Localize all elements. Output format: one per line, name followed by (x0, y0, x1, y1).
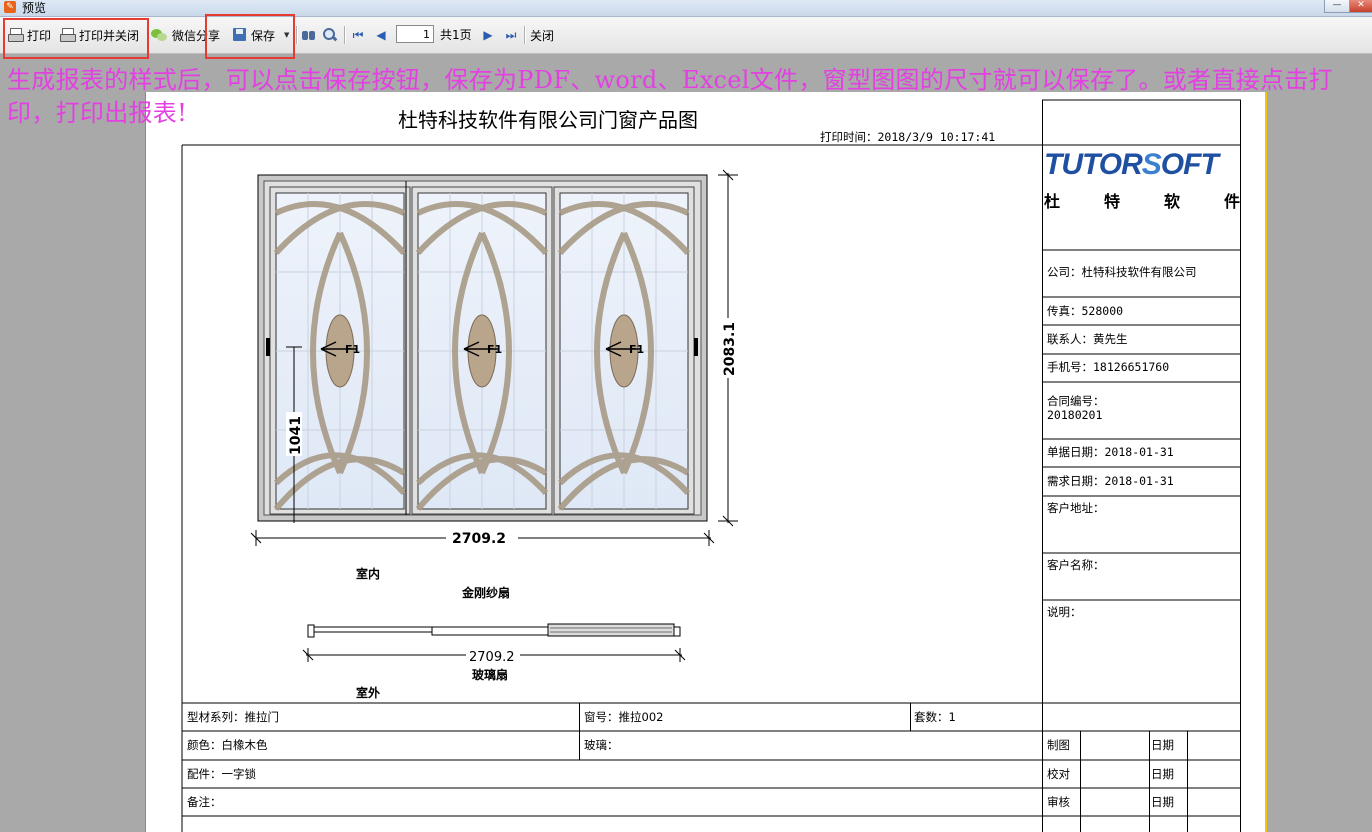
print-label: 打印 (27, 28, 52, 43)
chevron-down-icon[interactable]: ▼ (284, 31, 289, 39)
print-close-label: 打印并关闭 (79, 28, 140, 43)
annotation-text: 生成报表的样式后，可以点击保存按钮，保存为PDF、word、Excel文件，窗型… (7, 66, 1333, 127)
magnifier-icon (322, 27, 338, 43)
page-total: 共1页 (440, 28, 472, 42)
save-icon (232, 27, 248, 43)
height-dimension: 2083.1 (722, 322, 738, 376)
wechat-label: 微信分享 (172, 28, 221, 43)
page-number-input[interactable] (396, 25, 434, 43)
sash-mark: F1 (487, 343, 502, 356)
first-page-button[interactable]: ⏮ (350, 26, 366, 44)
report-page: 杜特科技软件有限公司门窗产品图 打印时间：2018/3/9 10:17:41 T… (145, 92, 1267, 832)
next-page-button[interactable]: ▶ (480, 26, 496, 44)
sash-mark: F1 (345, 343, 360, 356)
binoculars-icon (301, 27, 317, 43)
prev-page-button[interactable]: ◀ (373, 26, 389, 44)
save-label: 保存 (251, 28, 276, 43)
screen-sash-label: 金刚纱扇 (461, 585, 510, 600)
zoom-button[interactable] (322, 25, 338, 45)
toolbar-separator (524, 26, 525, 44)
save-button[interactable]: 保存 ▼ (232, 25, 289, 45)
print-button[interactable]: 打印 (8, 25, 51, 45)
toolbar: 打印 打印并关闭 微信分享 保存 ▼ ⏮ ◀ 共1页 ▶ ⏭ 关闭 (0, 17, 1372, 54)
glass-sash-label: 玻璃扇 (472, 667, 508, 682)
wechat-icon (151, 27, 169, 43)
close-label: 关闭 (530, 28, 555, 43)
print-and-close-button[interactable]: 打印并关闭 (60, 25, 139, 45)
toolbar-separator (296, 26, 297, 44)
minimize-button[interactable]: — (1324, 0, 1350, 13)
window-title: 预览 (22, 1, 47, 15)
title-bar: ✎ 预览 — ✕ (0, 0, 1372, 17)
app-icon: ✎ (4, 1, 16, 13)
handle-height-dimension: 1041 (288, 416, 304, 455)
close-window-button[interactable]: ✕ (1349, 0, 1372, 13)
wechat-share-button[interactable]: 微信分享 (151, 25, 220, 45)
outdoor-label: 室外 (356, 685, 380, 700)
printer-icon (60, 27, 76, 43)
window-drawing: F1 F1 F1 2083.1 1041 2709.2 室内 金刚纱扇 2709… (250, 169, 738, 700)
printer-icon (8, 27, 24, 43)
last-page-button[interactable]: ⏭ (503, 26, 519, 44)
find-button[interactable] (301, 25, 317, 45)
toolbar-separator (344, 26, 345, 44)
sash-mark: F1 (629, 343, 644, 356)
section-width-dimension: 2709.2 (469, 650, 515, 665)
width-dimension: 2709.2 (452, 531, 506, 547)
close-button[interactable]: 关闭 (530, 25, 554, 45)
indoor-label: 室内 (356, 566, 380, 581)
window-panels (273, 192, 691, 511)
